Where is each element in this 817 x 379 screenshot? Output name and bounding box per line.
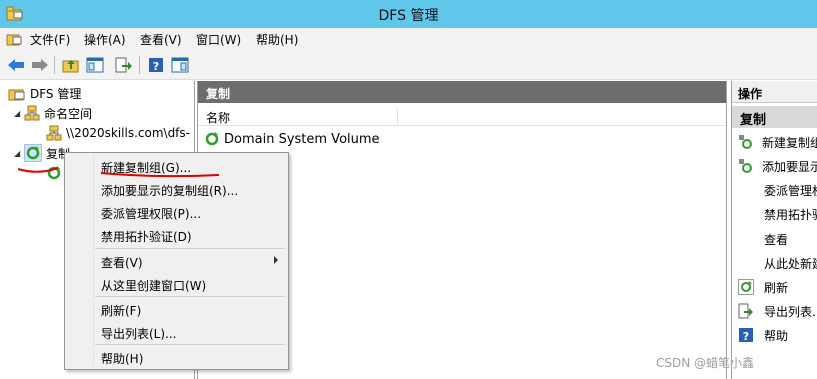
help-button[interactable]: ?: [146, 55, 166, 75]
menu-file[interactable]: 文件(F): [30, 31, 70, 48]
export-icon: [115, 57, 132, 73]
actions-section-title[interactable]: 复制: [732, 106, 817, 128]
show-hide-action-pane-button[interactable]: [170, 55, 190, 75]
console-tree-icon: [86, 57, 104, 73]
ctx-new-window-from-here[interactable]: 从这里创建窗口(W): [65, 273, 288, 295]
tree-node-dfs-management[interactable]: DFS 管理: [8, 83, 81, 103]
toolbar: ?: [0, 50, 817, 80]
action-delegate-management[interactable]: 委派管理权: [732, 179, 817, 201]
context-menu-separator: [95, 344, 285, 345]
folder-up-icon: [62, 60, 79, 73]
column-header-name-label: 名称: [206, 111, 231, 125]
svg-text:?: ?: [743, 330, 749, 343]
expand-triangle-icon[interactable]: ◢: [14, 109, 24, 118]
back-button[interactable]: [6, 55, 26, 75]
menu-action[interactable]: 操作(A): [84, 31, 126, 48]
help-icon: ?: [738, 327, 754, 343]
action-disable-topology-validation[interactable]: 禁用拓扑验: [732, 203, 817, 225]
watermark: CSDN @蜡笔小鑫: [656, 356, 755, 370]
column-header-name[interactable]: 名称: [206, 109, 398, 125]
ctx-item-label: 从这里创建窗口(W): [101, 279, 207, 293]
back-arrow-icon: [8, 59, 24, 71]
action-new-window-from-here[interactable]: 从此处新建: [732, 252, 817, 274]
action-label: 帮助: [764, 328, 789, 343]
tree-label-namespaces: 命名空间: [44, 106, 93, 121]
up-level-button[interactable]: [61, 55, 81, 75]
ctx-add-replication-group-to-display[interactable]: 添加要显示的复制组(R)...: [65, 178, 288, 200]
ctx-item-label: 添加要显示的复制组(R)...: [101, 184, 239, 198]
tree-label-root: DFS 管理: [30, 86, 82, 101]
action-export-list[interactable]: 导出列表...: [732, 300, 817, 322]
action-help[interactable]: ? 帮助: [732, 324, 817, 346]
ctx-export-list[interactable]: 导出列表(L)...: [65, 321, 288, 343]
ctx-item-label: 查看(V): [101, 256, 143, 270]
svg-text:?: ?: [153, 60, 159, 73]
ctx-refresh[interactable]: 刷新(F): [65, 298, 288, 320]
actions-pane-header: 操作: [732, 81, 817, 103]
forward-button[interactable]: [30, 55, 50, 75]
namespace-icon: [24, 105, 40, 121]
action-new-replication-group[interactable]: 新建复制组: [732, 131, 817, 153]
ctx-help[interactable]: 帮助(H): [65, 346, 288, 368]
help-icon: ?: [149, 58, 163, 73]
menu-window[interactable]: 窗口(W): [196, 31, 241, 48]
ctx-item-label: 刷新(F): [101, 304, 142, 318]
ctx-item-label: 禁用拓扑验证(D): [101, 230, 192, 244]
replication-group-icon: [205, 132, 219, 146]
action-pane-icon: [171, 57, 189, 73]
ctx-delegate-management[interactable]: 委派管理权限(P)...: [65, 201, 288, 223]
dfs-management-icon: [8, 89, 25, 101]
submenu-arrow-icon: [274, 256, 278, 264]
action-label: 从此处新建: [764, 256, 817, 271]
replication-icon: [24, 144, 42, 162]
export-list-button[interactable]: [114, 55, 134, 75]
ctx-item-label: 帮助(H): [101, 352, 144, 366]
action-label: 查看: [764, 232, 789, 247]
system-menu-icon[interactable]: [6, 31, 22, 47]
red-underline-annotation: [17, 167, 59, 173]
tree-label-namespace-path: \\2020skills.com\dfs-: [66, 126, 190, 140]
action-label: 委派管理权: [764, 183, 817, 198]
tree-node-replication[interactable]: ◢ 复制: [14, 143, 70, 163]
list-item-label: Domain System Volume: [224, 131, 380, 147]
namespace-root-icon: [46, 125, 62, 141]
export-icon: [738, 303, 754, 319]
new-replication-group-icon: [738, 134, 752, 150]
list-item[interactable]: Domain System Volume: [204, 130, 380, 148]
action-label: 添加要显示: [762, 159, 817, 174]
action-label: 禁用拓扑验: [764, 207, 817, 222]
tree-node-namespaces[interactable]: ◢ 命名空间: [14, 103, 92, 123]
action-label: 刷新: [764, 280, 789, 295]
add-replication-group-icon: [738, 158, 752, 174]
menu-help[interactable]: 帮助(H): [256, 31, 298, 48]
context-menu: 新建复制组(G)... 添加要显示的复制组(R)... 委派管理权限(P)...…: [64, 152, 289, 370]
ctx-item-label: 导出列表(L)...: [101, 327, 177, 341]
menu-bar: 文件(F) 操作(A) 查看(V) 窗口(W) 帮助(H): [0, 28, 817, 50]
toolbar-separator: [54, 56, 55, 74]
action-label: 新建复制组: [762, 135, 817, 150]
action-refresh[interactable]: 刷新: [732, 276, 817, 298]
toolbar-separator: [139, 56, 140, 74]
ctx-disable-topology-validation[interactable]: 禁用拓扑验证(D): [65, 224, 288, 246]
ctx-item-label: 委派管理权限(P)...: [101, 207, 202, 221]
context-menu-separator: [95, 296, 285, 297]
ctx-view[interactable]: 查看(V): [65, 250, 288, 272]
refresh-icon: [738, 279, 754, 295]
expand-triangle-icon[interactable]: ◢: [14, 149, 24, 158]
forward-arrow-icon: [32, 59, 48, 71]
window-title: DFS 管理: [378, 8, 439, 24]
results-pane-header: 复制: [198, 81, 726, 103]
menu-view[interactable]: 查看(V): [140, 31, 182, 48]
column-header-row: 名称: [198, 106, 726, 126]
actions-pane: 操作 复制 新建复制组 添加要显示 委派管理权 禁用拓扑验 查看 从此处新建 刷…: [731, 81, 817, 379]
title-bar: DFS 管理: [0, 0, 817, 28]
context-menu-separator: [95, 248, 285, 249]
action-label: 导出列表...: [764, 304, 817, 319]
tree-node-namespace-path[interactable]: \\2020skills.com\dfs-: [46, 123, 190, 143]
action-add-replication-group-to-display[interactable]: 添加要显示: [732, 155, 817, 177]
show-hide-tree-button[interactable]: [85, 55, 105, 75]
action-view[interactable]: 查看: [732, 228, 817, 250]
